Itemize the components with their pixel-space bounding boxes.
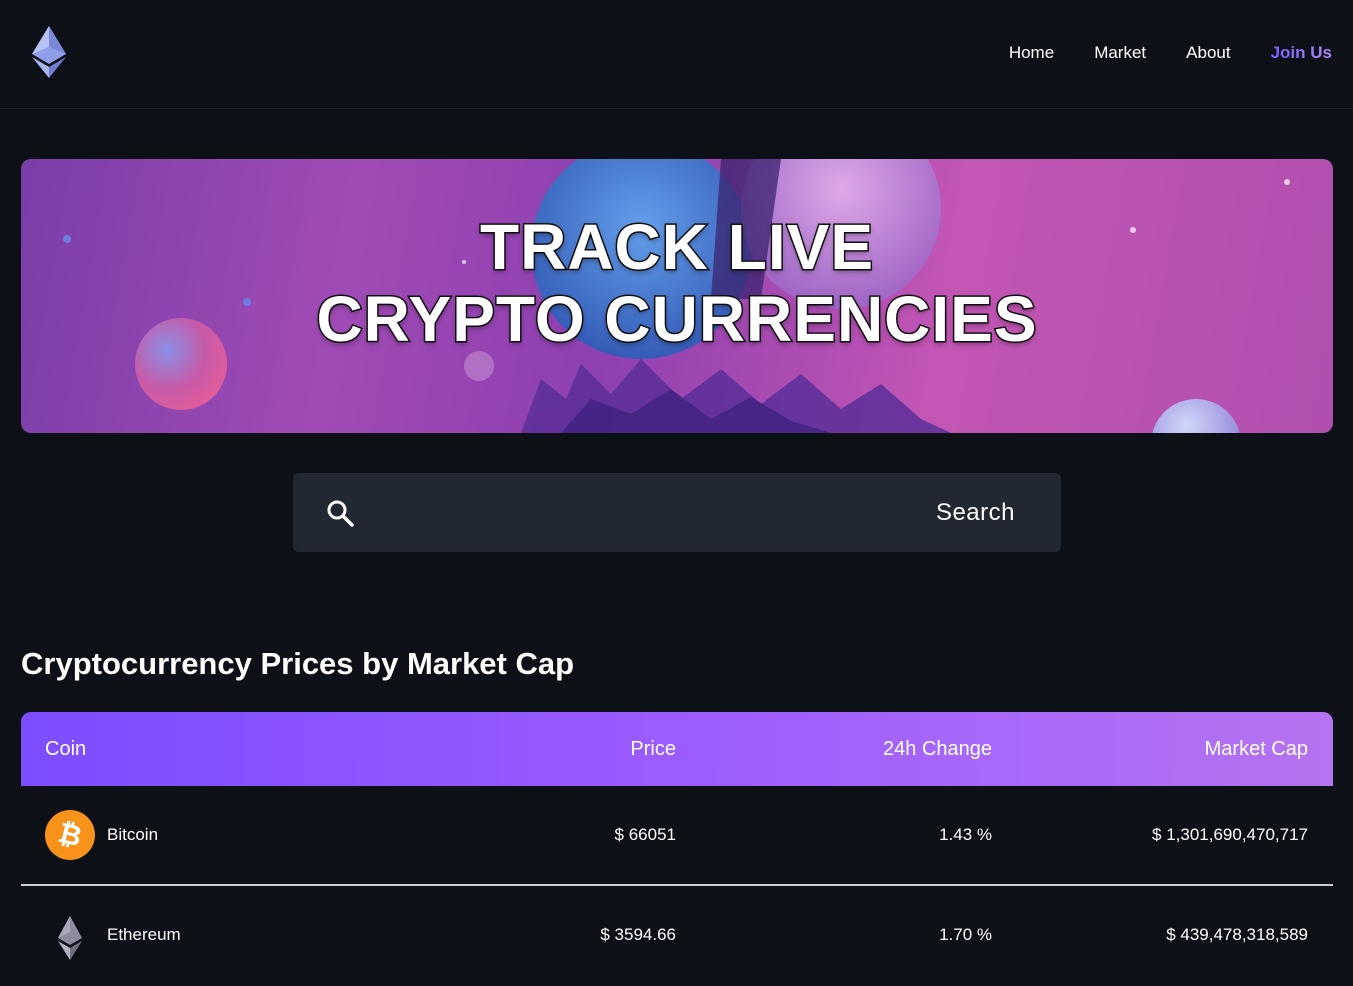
coin-market-cap: $ 1,301,690,470,717 — [1152, 825, 1308, 844]
column-header-coin: Coin — [45, 738, 87, 760]
nav-market-link[interactable]: Market — [1094, 43, 1146, 63]
coin-name: Ethereum — [107, 925, 181, 944]
ethereum-icon — [58, 916, 82, 960]
column-header-price: Price — [630, 738, 676, 760]
coin-24h-change: 1.70 % — [939, 925, 992, 944]
column-header-market-cap: Market Cap — [1204, 738, 1308, 760]
search-input[interactable] — [373, 473, 893, 552]
coin-name: Bitcoin — [107, 825, 159, 844]
top-navbar: Home Market About Join Us — [0, 0, 1353, 109]
nav-home-link[interactable]: Home — [1009, 43, 1054, 63]
hero-title-line1: TRACK LIVE — [479, 210, 875, 285]
table-row[interactable]: ₿ Bitcoin $ 66051 1.43 % $ 1,301,690,470… — [21, 786, 1333, 886]
hero-title-line2: CRYPTO CURRENCIES — [315, 282, 1038, 357]
nav-links: Home Market About Join Us — [1009, 0, 1332, 105]
hero-banner: TRACK LIVE CRYPTO CURRENCIES — [21, 159, 1333, 433]
search-button[interactable]: Search — [936, 473, 1015, 552]
coin-price: $ 3594.66 — [600, 925, 676, 944]
coin-price: $ 66051 — [614, 825, 676, 844]
coin-24h-change: 1.43 % — [939, 825, 992, 844]
section-title: Cryptocurrency Prices by Market Cap — [21, 646, 575, 681]
column-header-24h-change: 24h Change — [883, 738, 992, 760]
table-row[interactable]: Ethereum $ 3594.66 1.70 % $ 439,478,318,… — [21, 886, 1333, 986]
search-icon — [327, 500, 354, 527]
search-bar[interactable]: Search — [293, 473, 1061, 552]
coin-market-cap: $ 439,478,318,589 — [1166, 925, 1308, 944]
ethereum-logo-icon[interactable] — [30, 26, 68, 78]
nav-about-link[interactable]: About — [1186, 43, 1230, 63]
bitcoin-icon: ₿ — [45, 810, 95, 860]
table-header: Coin Price 24h Change Market Cap — [21, 712, 1333, 786]
nav-join-us-link[interactable]: Join Us — [1271, 43, 1332, 63]
